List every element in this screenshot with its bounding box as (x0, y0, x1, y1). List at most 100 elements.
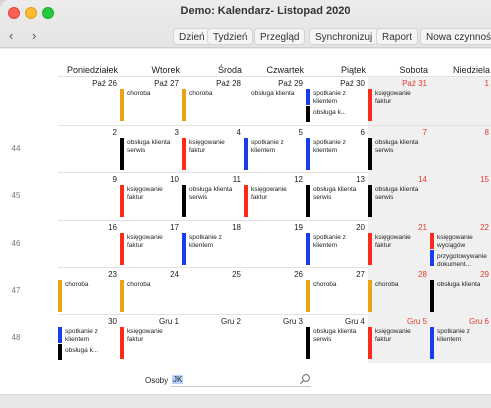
status-bar (0, 394, 491, 408)
day-number: Gru 2 (220, 317, 241, 326)
calendar-event[interactable]: choroba (58, 280, 118, 314)
day-cell[interactable]: Gru 1 księgowanie faktur (120, 315, 182, 363)
calendar-event-group[interactable]: spotkanie z klientem obsługa k... (58, 327, 118, 361)
day-cell[interactable]: 17 księgowanie faktur (120, 221, 182, 269)
day-cell[interactable]: 12 księgowanie faktur (244, 173, 306, 221)
day-cell[interactable]: Paź 27 choroba (120, 77, 182, 125)
day-cell[interactable]: 27 choroba (306, 268, 368, 316)
day-number: Paź 28 (216, 79, 241, 88)
day-cell[interactable]: 21 księgowanie faktur (368, 221, 430, 269)
event-color-bar (120, 233, 124, 265)
calendar-event[interactable]: choroba (120, 280, 180, 314)
calendar-event[interactable]: księgowanie faktur (120, 327, 180, 361)
day-cell[interactable]: 9 (58, 173, 120, 221)
day-cell[interactable]: 18 spotkanie z klientem (182, 221, 244, 269)
calendar-event[interactable]: księgowanie faktur (120, 233, 180, 267)
calendar-event[interactable]: spotkanie z klientem (306, 138, 366, 172)
calendar-event[interactable]: choroba (306, 280, 366, 314)
calendar-event[interactable]: księgowanie faktur (368, 327, 428, 361)
calendar-event[interactable]: obsługa klienta serwis (182, 185, 242, 219)
calendar-event[interactable]: księgowanie faktur (244, 185, 304, 219)
day-number: 18 (232, 223, 241, 232)
calendar-event[interactable]: obsługa klienta serwis (306, 327, 366, 361)
event-label: obsługa klienta serwis (375, 139, 419, 154)
calendar-event[interactable]: spotkanie z klientem (182, 233, 242, 267)
day-cell[interactable]: Gru 4 obsługa klienta serwis (306, 315, 368, 363)
day-cell[interactable]: Paź 30 spotkanie z klientem obsługa k... (306, 77, 368, 125)
day-cell[interactable]: 10 księgowanie faktur (120, 173, 182, 221)
calendar-event[interactable]: spotkanie z klientem (306, 233, 366, 267)
event-label: spotkanie z klientem (189, 234, 222, 249)
event-label: obsługa klienta serwis (127, 139, 171, 154)
day-cell[interactable]: Gru 2 (182, 315, 244, 363)
day-cell[interactable]: Gru 3 (244, 315, 306, 363)
day-cell[interactable]: Paź 31 księgowanie faktur (368, 77, 430, 125)
day-cell[interactable]: 2 (58, 126, 120, 174)
calendar-event[interactable]: księgowanie faktur (120, 185, 180, 219)
day-cell[interactable]: 22 księgowanie wyciągów przygotowywanie do… (430, 221, 491, 269)
day-cell[interactable]: 6 spotkanie z klientem (306, 126, 368, 174)
calendar-event[interactable]: obsługa klienta serwis (306, 185, 366, 219)
day-cell[interactable]: 11 obsługa klienta serwis (182, 173, 244, 221)
day-cell[interactable]: 26 (244, 268, 306, 316)
day-cell[interactable]: 13 obsługa klienta serwis (306, 173, 368, 221)
search-icon[interactable] (299, 373, 311, 385)
calendar-event[interactable]: księgowanie faktur (368, 89, 428, 123)
day-number: 27 (356, 270, 365, 279)
calendar-event[interactable]: księgowanie faktur (368, 233, 428, 267)
day-cell[interactable]: 3 obsługa klienta serwis (120, 126, 182, 174)
calendar-event[interactable]: spotkanie z klientem (244, 138, 304, 172)
window-title: Demo: Kalendarz- Listopad 2020 (180, 5, 351, 17)
overview-button[interactable]: Przegląd (254, 28, 306, 45)
day-cell[interactable]: 16 (58, 221, 120, 269)
day-cell[interactable]: 15 (430, 173, 491, 221)
event-color-bar (120, 327, 124, 359)
day-cell[interactable]: Paź 29 obsługa klienta (244, 77, 306, 125)
day-cell[interactable]: Gru 6 spotkanie z klientem (430, 315, 491, 363)
event-label: księgowanie faktur (189, 139, 225, 154)
calendar-event[interactable]: obsługa klienta serwis (368, 138, 428, 172)
day-cell[interactable]: 25 (182, 268, 244, 316)
day-cell[interactable]: Paź 28 choroba (182, 77, 244, 125)
event-color-bar (430, 250, 434, 266)
day-cell[interactable]: 30 spotkanie z klientem obsługa k... (58, 315, 120, 363)
day-cell[interactable]: 19 (244, 221, 306, 269)
calendar-event[interactable]: obsługa klienta (244, 89, 304, 123)
day-cell[interactable]: 5 spotkanie z klientem (244, 126, 306, 174)
synchronize-button[interactable]: Synchronizuj (309, 28, 379, 45)
calendar-event[interactable]: obsługa klienta (430, 280, 490, 314)
calendar-event-group[interactable]: spotkanie z klientem obsługa k... (306, 89, 366, 123)
calendar-event-group[interactable]: księgowanie wyciągów przygotowywanie doku… (430, 233, 490, 268)
event-label: księgowanie faktur (375, 234, 411, 249)
day-cell[interactable]: Gru 5 księgowanie faktur (368, 315, 430, 363)
new-activity-button[interactable]: Nowa czynność (420, 28, 491, 45)
day-cell[interactable]: 4 księgowanie faktur (182, 126, 244, 174)
persons-value: JK (172, 375, 184, 384)
calendar-event[interactable]: choroba (120, 89, 180, 123)
event-label: obsługa klienta serwis (313, 328, 357, 343)
day-cell[interactable]: 23 choroba (58, 268, 120, 316)
day-cell[interactable]: 7 obsługa klienta serwis (368, 126, 430, 174)
day-cell[interactable]: 29 obsługa klienta (430, 268, 491, 316)
calendar-event[interactable]: obsługa klienta serwis (368, 185, 428, 219)
day-view-button[interactable]: Dzień (173, 28, 211, 45)
calendar-event[interactable]: spotkanie z klientem (430, 327, 490, 361)
persons-input[interactable] (171, 374, 311, 387)
calendar-event[interactable]: księgowanie faktur (182, 138, 242, 172)
calendar-event[interactable]: choroba (182, 89, 242, 123)
event-label: przygotowywanie dokument... (437, 253, 487, 268)
chevron-left-icon[interactable]: ‹ (9, 28, 13, 43)
day-cell[interactable]: Paź 26 (58, 77, 120, 125)
day-cell[interactable]: 28 choroba (368, 268, 430, 316)
calendar-event[interactable]: obsługa klienta serwis (120, 138, 180, 172)
report-button[interactable]: Raport (376, 28, 419, 45)
day-cell[interactable]: 24 choroba (120, 268, 182, 316)
day-cell[interactable]: 20 spotkanie z klientem (306, 221, 368, 269)
day-cell[interactable]: 14 obsługa klienta serwis (368, 173, 430, 221)
event-color-bar (306, 233, 310, 265)
day-cell[interactable]: 8 (430, 126, 491, 174)
calendar-event[interactable]: choroba (368, 280, 428, 314)
day-cell[interactable]: 1 (430, 77, 491, 125)
chevron-right-icon[interactable]: › (32, 28, 36, 43)
week-view-button[interactable]: Tydzień (207, 28, 254, 45)
